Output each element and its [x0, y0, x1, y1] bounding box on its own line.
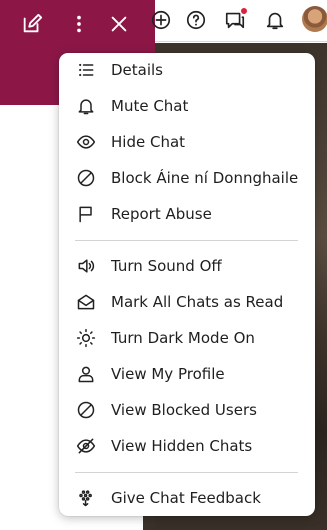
menu-item-view-blocked[interactable]: View Blocked Users	[59, 393, 315, 427]
flag-icon	[75, 203, 97, 225]
close-icon[interactable]	[105, 10, 133, 38]
person-icon	[75, 363, 97, 385]
speaker-icon	[75, 255, 97, 277]
bell-icon[interactable]	[262, 7, 288, 33]
sun-icon	[75, 327, 97, 349]
menu-item-hide-chat[interactable]: Hide Chat	[59, 125, 315, 159]
menu-item-mute-chat[interactable]: Mute Chat	[59, 89, 315, 123]
menu-item-block-user[interactable]: Block Áine ní Donnghaile	[59, 161, 315, 195]
menu-item-view-profile[interactable]: View My Profile	[59, 357, 315, 391]
compose-icon[interactable]	[18, 10, 46, 38]
more-vertical-icon[interactable]	[65, 10, 93, 38]
menu-item-label: Block Áine ní Donnghaile	[111, 169, 299, 187]
menu-item-label: View Blocked Users	[111, 401, 257, 419]
list-icon	[75, 59, 97, 81]
eye-off-icon	[75, 435, 97, 457]
chat-options-menu: Details Mute Chat Hide Chat Block Áine n…	[59, 53, 315, 516]
menu-divider	[75, 240, 298, 241]
envelope-open-icon	[75, 291, 97, 313]
help-icon[interactable]	[183, 7, 209, 33]
menu-item-details[interactable]: Details	[59, 53, 315, 87]
menu-item-label: Hide Chat	[111, 133, 186, 151]
menu-item-label: View My Profile	[111, 365, 225, 383]
apps-icon[interactable]	[148, 7, 174, 33]
menu-divider	[75, 472, 298, 473]
avatar[interactable]	[302, 6, 327, 32]
menu-item-label: Report Abuse	[111, 205, 212, 223]
menu-item-turn-sound-off[interactable]: Turn Sound Off	[59, 249, 315, 283]
menu-item-label: Details	[111, 61, 164, 79]
menu-item-label: View Hidden Chats	[111, 437, 253, 455]
menu-item-give-feedback[interactable]: Give Chat Feedback	[59, 481, 315, 515]
menu-item-label: Mark All Chats as Read	[111, 293, 284, 311]
menu-item-label: Turn Dark Mode On	[111, 329, 255, 347]
block-icon	[75, 399, 97, 421]
block-icon	[75, 167, 97, 189]
feedback-icon	[75, 487, 97, 509]
menu-item-dark-mode[interactable]: Turn Dark Mode On	[59, 321, 315, 355]
eye-icon	[75, 131, 97, 153]
menu-item-report-abuse[interactable]: Report Abuse	[59, 197, 315, 231]
menu-item-label: Mute Chat	[111, 97, 189, 115]
menu-item-label: Turn Sound Off	[111, 257, 222, 275]
menu-item-mark-all-read[interactable]: Mark All Chats as Read	[59, 285, 315, 319]
notification-dot	[241, 8, 247, 14]
bell-icon	[75, 95, 97, 117]
menu-item-view-hidden[interactable]: View Hidden Chats	[59, 429, 315, 463]
menu-item-label: Give Chat Feedback	[111, 489, 261, 507]
